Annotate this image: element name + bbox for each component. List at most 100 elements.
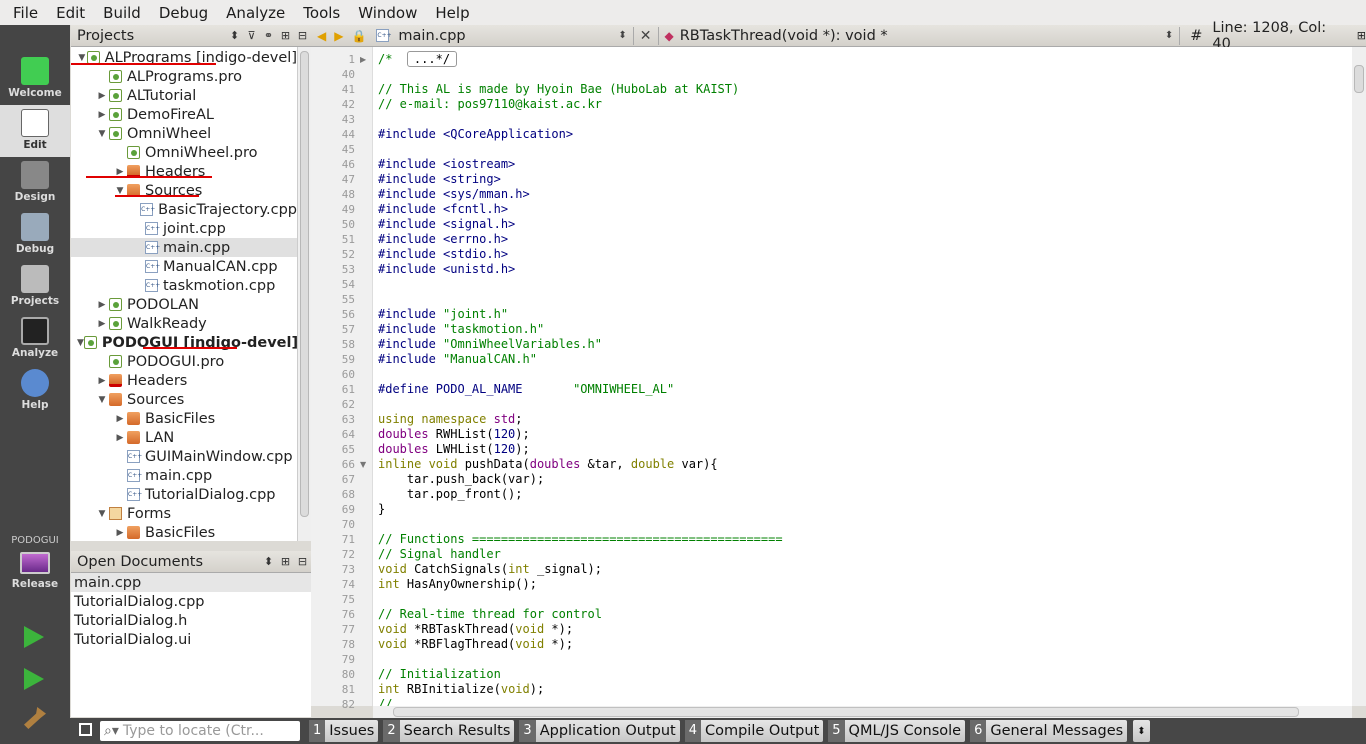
- tree-item[interactable]: ▶ BasicFiles: [71, 409, 297, 428]
- view-chevron-icon[interactable]: ⬍: [260, 555, 277, 568]
- open-document-item[interactable]: TutorialDialog.ui: [71, 630, 311, 649]
- tree-item[interactable]: ▶ LAN: [71, 428, 297, 447]
- expanded-arrow-icon[interactable]: ▼: [77, 338, 84, 348]
- menu-window[interactable]: Window: [349, 4, 426, 22]
- tree-item[interactable]: ▶ DemoFireAL: [71, 105, 297, 124]
- mode-debug[interactable]: Debug: [0, 209, 70, 261]
- forward-arrow-icon[interactable]: ▶: [326, 29, 343, 43]
- collapsed-arrow-icon[interactable]: ▶: [95, 319, 109, 329]
- symbol-dropdown-icon[interactable]: ⬍: [1165, 30, 1173, 41]
- output-pane-button[interactable]: 2 Search Results: [383, 720, 515, 742]
- mode-design[interactable]: Design: [0, 157, 70, 209]
- tree-item[interactable]: ▼ Sources: [71, 390, 297, 409]
- open-documents-title[interactable]: Open Documents: [71, 554, 260, 570]
- split-panel-icon[interactable]: ⊞: [277, 555, 294, 568]
- scrollbar-thumb[interactable]: [1354, 65, 1364, 93]
- menu-file[interactable]: File: [4, 4, 47, 22]
- toggle-sidebar-icon[interactable]: [79, 723, 92, 736]
- panel-splitter[interactable]: [71, 541, 311, 551]
- mode-help[interactable]: Help: [0, 365, 70, 417]
- open-document-item[interactable]: TutorialDialog.cpp: [71, 592, 311, 611]
- output-pane-button[interactable]: 5 QML/JS Console: [828, 720, 966, 742]
- menu-help[interactable]: Help: [426, 4, 478, 22]
- filter-tree-icon[interactable]: ⊽: [243, 29, 260, 42]
- code-horizontal-scrollbar[interactable]: [373, 706, 1352, 718]
- mode-analyze[interactable]: Analyze: [0, 313, 70, 365]
- tree-item[interactable]: OmniWheel.pro: [71, 143, 297, 162]
- code-editor[interactable]: /* ...*/ // This AL is made by Hyoin Bae …: [373, 47, 1352, 706]
- tree-item[interactable]: ▶ Headers: [71, 371, 297, 390]
- mode-edit[interactable]: Edit: [0, 105, 70, 157]
- expanded-arrow-icon[interactable]: ▼: [95, 395, 109, 405]
- project-tree-scrollbar[interactable]: [297, 47, 311, 541]
- output-pane-button[interactable]: 4 Compile Output: [684, 720, 824, 742]
- close-panel-icon[interactable]: ⊟: [294, 555, 311, 568]
- output-pane-button[interactable]: 1 Issues: [309, 720, 379, 742]
- tree-item[interactable]: ALPrograms.pro: [71, 67, 297, 86]
- collapsed-arrow-icon[interactable]: ▶: [95, 300, 109, 310]
- tree-item[interactable]: C++ joint.cpp: [71, 219, 297, 238]
- close-document-icon[interactable]: ✕: [640, 28, 652, 44]
- more-panes-icon[interactable]: ⬍: [1133, 720, 1150, 742]
- tree-item[interactable]: C++ TutorialDialog.cpp: [71, 485, 297, 504]
- tree-item[interactable]: C++ GUIMainWindow.cpp: [71, 447, 297, 466]
- fold-marker-icon[interactable]: ▶: [360, 52, 366, 67]
- close-panel-icon[interactable]: ⊟: [294, 29, 311, 42]
- split-panel-icon[interactable]: ⊞: [277, 29, 294, 42]
- collapsed-arrow-icon[interactable]: ▶: [95, 91, 109, 101]
- tree-item[interactable]: ▶ Headers: [71, 162, 297, 181]
- tree-item[interactable]: ▼ PODOGUI [indigo-devel]: [71, 333, 297, 352]
- collapsed-arrow-icon[interactable]: ▶: [113, 167, 127, 177]
- collapsed-arrow-icon[interactable]: ▶: [113, 433, 127, 443]
- expanded-arrow-icon[interactable]: ▼: [113, 186, 127, 196]
- output-pane-button[interactable]: 6 General Messages: [970, 720, 1128, 742]
- projects-view-selector[interactable]: Projects: [71, 28, 226, 44]
- scrollbar-thumb[interactable]: [393, 707, 1299, 717]
- run-icon[interactable]: [24, 626, 44, 648]
- scrollbar-thumb[interactable]: [300, 51, 309, 517]
- menu-debug[interactable]: Debug: [150, 4, 217, 22]
- mode-welcome[interactable]: Welcome: [0, 53, 70, 105]
- menu-analyze[interactable]: Analyze: [217, 4, 294, 22]
- tree-item[interactable]: PODOGUI.pro: [71, 352, 297, 371]
- build-hammer-icon[interactable]: [24, 707, 46, 729]
- split-editor-icon[interactable]: ⊞: [1357, 29, 1366, 42]
- tree-item[interactable]: C++ taskmotion.cpp: [71, 276, 297, 295]
- menu-edit[interactable]: Edit: [47, 4, 94, 22]
- collapsed-arrow-icon[interactable]: ▶: [95, 376, 109, 386]
- tree-item[interactable]: ▶ ALTutorial: [71, 86, 297, 105]
- tree-item[interactable]: C++ main.cpp: [71, 466, 297, 485]
- tree-item[interactable]: C++ BasicTrajectory.cpp: [71, 200, 297, 219]
- output-pane-button[interactable]: 3 Application Output: [519, 720, 680, 742]
- file-dropdown-icon[interactable]: ⬍: [618, 30, 626, 41]
- mode-projects[interactable]: Projects: [0, 261, 70, 313]
- tree-item[interactable]: ▶ PODOLAN: [71, 295, 297, 314]
- fold-marker-icon[interactable]: ▼: [360, 457, 366, 472]
- tree-item[interactable]: ▶ BasicFiles: [71, 523, 297, 541]
- back-arrow-icon[interactable]: ◀: [311, 29, 326, 43]
- expanded-arrow-icon[interactable]: ▼: [77, 53, 87, 63]
- view-chevron-icon[interactable]: ⬍: [226, 29, 243, 42]
- code-vertical-scrollbar[interactable]: [1352, 47, 1366, 706]
- tree-item[interactable]: ▼ Forms: [71, 504, 297, 523]
- tree-item[interactable]: ▼ OmniWheel: [71, 124, 297, 143]
- sync-link-icon[interactable]: ⚭: [260, 29, 277, 42]
- tree-item[interactable]: ▶ WalkReady: [71, 314, 297, 333]
- collapsed-arrow-icon[interactable]: ▶: [113, 528, 127, 538]
- collapsed-arrow-icon[interactable]: ▶: [113, 414, 127, 424]
- tree-item[interactable]: C++ main.cpp: [71, 238, 297, 257]
- tree-item[interactable]: C++ ManualCAN.cpp: [71, 257, 297, 276]
- expanded-arrow-icon[interactable]: ▼: [95, 129, 109, 139]
- collapsed-arrow-icon[interactable]: ▶: [95, 110, 109, 120]
- expanded-arrow-icon[interactable]: ▼: [95, 509, 109, 519]
- kit-selector[interactable]: PODOGUI Release: [0, 535, 70, 605]
- open-document-item[interactable]: main.cpp: [71, 573, 311, 592]
- locator-input[interactable]: ⌕▾ Type to locate (Ctr...: [100, 721, 300, 741]
- file-selector[interactable]: main.cpp: [394, 28, 618, 44]
- menu-tools[interactable]: Tools: [294, 4, 349, 22]
- debug-run-icon[interactable]: [24, 668, 44, 690]
- menu-build[interactable]: Build: [94, 4, 150, 22]
- tree-item[interactable]: ▼ Sources: [71, 181, 297, 200]
- symbol-selector[interactable]: RBTaskThread(void *): void *: [674, 28, 1165, 44]
- open-document-item[interactable]: TutorialDialog.h: [71, 611, 311, 630]
